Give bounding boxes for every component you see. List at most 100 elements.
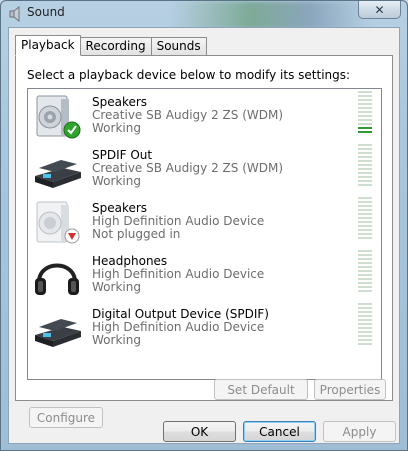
device-name: Speakers: [92, 95, 148, 109]
device-name: Headphones: [92, 254, 168, 268]
meter-segment: [358, 307, 372, 309]
meter-segment: [358, 327, 372, 329]
device-name: SPDIF Out: [92, 148, 153, 162]
meter-segment: [358, 278, 372, 280]
speaker-unplugged-icon: [36, 201, 80, 244]
device-status: Not plugged in: [92, 227, 181, 241]
meter-segment: [358, 237, 372, 239]
device-name: Digital Output Device (SPDIF): [92, 307, 269, 321]
device-description: High Definition Audio Device: [92, 267, 265, 281]
meter-segment: [358, 282, 372, 284]
set-default-button[interactable]: Set Default: [214, 379, 308, 400]
meter-segment: [358, 335, 372, 337]
tab-sounds[interactable]: Sounds: [150, 37, 207, 56]
meter-segment: [358, 221, 372, 223]
meter-segment: [358, 286, 372, 288]
apply-button[interactable]: Apply: [323, 421, 396, 442]
meter-segment: [358, 343, 372, 345]
meter-segment: [358, 184, 372, 186]
meter-segment: [358, 262, 372, 264]
meter-segment: [358, 205, 372, 207]
meter-segment: [358, 156, 372, 158]
meter-segment: [358, 164, 372, 166]
meter-segment: [358, 119, 372, 121]
cancel-button[interactable]: Cancel: [243, 421, 316, 442]
speaker-default-icon: [36, 95, 81, 139]
instructions-text: Select a playback device below to modify…: [27, 68, 351, 82]
volume-meter: [358, 197, 372, 239]
meter-segment: [358, 152, 372, 154]
device-status: Working: [92, 333, 141, 347]
meter-segment: [358, 99, 372, 101]
meter-segment: [358, 115, 372, 117]
meter-segment: [358, 213, 372, 215]
meter-segment: [358, 258, 372, 260]
meter-segment: [358, 250, 372, 252]
meter-segment: [358, 197, 372, 199]
meter-segment: [358, 172, 372, 174]
device-list[interactable]: Speakers Creative SB Audigy 2 ZS (WDM) W…: [27, 88, 382, 380]
meter-segment: [358, 91, 372, 93]
meter-segment: [358, 266, 372, 268]
device-status: Working: [92, 174, 141, 188]
meter-segment: [358, 217, 372, 219]
device-description: High Definition Audio Device: [92, 214, 265, 228]
device-item-spdif-out[interactable]: SPDIF Out Creative SB Audigy 2 ZS (WDM) …: [28, 144, 381, 196]
meter-segment: [358, 270, 372, 272]
configure-button[interactable]: Configure: [29, 407, 103, 428]
tab-strip: Playback Recording Sounds: [15, 35, 207, 56]
meter-segment: [358, 209, 372, 211]
device-item-speakers-audigy[interactable]: Speakers Creative SB Audigy 2 ZS (WDM) W…: [28, 91, 381, 143]
ok-button[interactable]: OK: [163, 421, 236, 442]
volume-meter: [358, 250, 372, 292]
meter-segment: [358, 331, 372, 333]
close-button[interactable]: ✕: [358, 1, 401, 19]
speaker-icon: [9, 6, 20, 22]
meter-segment: [358, 131, 372, 133]
meter-segment: [358, 111, 372, 113]
meter-segment: [358, 127, 372, 129]
meter-segment: [358, 274, 372, 276]
meter-segment: [358, 103, 372, 105]
properties-button[interactable]: Properties: [314, 379, 386, 400]
tab-recording[interactable]: Recording: [79, 37, 152, 56]
volume-meter: [358, 144, 372, 186]
meter-segment: [358, 160, 372, 162]
device-item-digital-output[interactable]: Digital Output Device (SPDIF) High Defin…: [28, 303, 381, 355]
meter-segment: [358, 254, 372, 256]
meter-segment: [358, 290, 372, 292]
meter-segment: [358, 168, 372, 170]
meter-segment: [358, 201, 372, 203]
close-icon: ✕: [374, 2, 385, 17]
device-description: Creative SB Audigy 2 ZS (WDM): [92, 108, 284, 122]
playback-panel: Select a playback device below to modify…: [15, 55, 393, 428]
device-description: Creative SB Audigy 2 ZS (WDM): [92, 161, 284, 175]
headphones-icon: [35, 263, 79, 295]
sound-dialog: Sound ✕ Playback Recording Sounds Select…: [0, 0, 408, 451]
meter-segment: [358, 180, 372, 182]
meter-segment: [358, 95, 372, 97]
device-item-headphones[interactable]: Headphones High Definition Audio Device …: [28, 250, 381, 302]
meter-segment: [358, 225, 372, 227]
device-status: Working: [92, 121, 141, 135]
meter-segment: [358, 315, 372, 317]
meter-segment: [358, 319, 372, 321]
window-title: Sound: [27, 5, 65, 19]
meter-segment: [358, 339, 372, 341]
digital-output-device-icon: [35, 160, 81, 188]
meter-segment: [358, 144, 372, 146]
check-badge: [63, 121, 81, 139]
title-bar[interactable]: Sound ✕: [1, 1, 407, 27]
meter-segment: [358, 107, 372, 109]
tab-playback[interactable]: Playback: [15, 35, 81, 56]
dialog-client-area: Playback Recording Sounds Select a playb…: [8, 27, 400, 444]
device-description: High Definition Audio Device: [92, 320, 265, 334]
device-name: Speakers: [92, 201, 148, 215]
volume-meter: [358, 91, 372, 133]
unplugged-badge: [64, 228, 80, 244]
volume-meter: [358, 303, 372, 345]
meter-segment: [358, 176, 372, 178]
meter-segment: [358, 303, 372, 305]
meter-segment: [358, 148, 372, 150]
device-item-speakers-hd[interactable]: Speakers High Definition Audio Device No…: [28, 197, 381, 249]
